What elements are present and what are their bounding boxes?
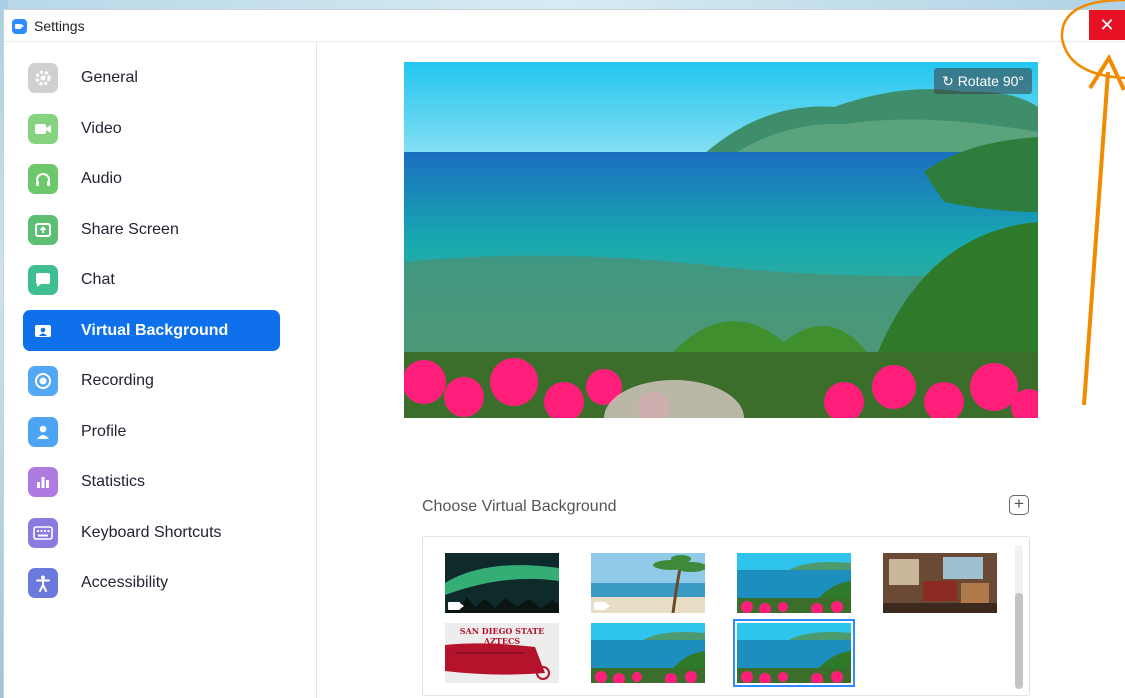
sidebar-item-label: Profile — [81, 422, 127, 440]
tropical-coast-image — [737, 553, 851, 613]
tropical-coast-image — [591, 623, 705, 683]
virtual-background-panel: ↻ Rotate 90° Choose Virtual Background + — [318, 42, 1125, 698]
close-button[interactable]: ✕ — [1089, 10, 1125, 40]
record-icon — [28, 365, 58, 396]
living-room-image — [883, 553, 997, 613]
sidebar-item-label: Recording — [81, 371, 154, 389]
preview-image — [404, 62, 1038, 418]
window-title: Settings — [34, 18, 85, 34]
sidebar-item-keyboard-shortcuts[interactable]: Keyboard Shortcuts — [23, 512, 280, 553]
sidebar-item-statistics[interactable]: Statistics — [23, 461, 280, 502]
keyboard-icon — [28, 517, 58, 548]
thumbnail-tropical-coast-1[interactable] — [737, 553, 851, 613]
background-preview: ↻ Rotate 90° — [404, 62, 1038, 418]
sidebar-item-label: Share Screen — [81, 220, 179, 238]
title-bar: Settings ✕ — [4, 10, 1125, 42]
thumbnail-aurora[interactable] — [445, 553, 559, 613]
thumbnail-living-room[interactable] — [883, 553, 997, 613]
share-screen-icon — [28, 214, 58, 245]
sidebar-item-recording[interactable]: Recording — [23, 360, 280, 401]
settings-window: Settings ✕ General Video Audio Share Scr… — [3, 9, 1125, 698]
sidebar-item-label: Video — [81, 119, 122, 137]
sidebar-item-general[interactable]: General — [23, 57, 280, 98]
accessibility-icon — [28, 567, 58, 598]
rotate-icon: ↻ — [942, 73, 954, 89]
sidebar-item-label: Statistics — [81, 472, 146, 490]
add-background-button[interactable]: + — [1009, 495, 1029, 515]
sidebar-item-label: Accessibility — [81, 573, 169, 591]
bar-chart-icon — [28, 466, 58, 497]
zoom-app-icon — [12, 19, 27, 34]
sidebar-item-label: Keyboard Shortcuts — [81, 523, 222, 541]
person-card-icon — [28, 316, 58, 346]
sidebar-item-accessibility[interactable]: Accessibility — [23, 562, 280, 603]
choose-background-label: Choose Virtual Background — [422, 498, 617, 515]
sidebar-item-label: Audio — [81, 169, 122, 187]
video-camera-icon — [28, 113, 58, 144]
gear-icon — [28, 62, 58, 93]
sidebar-item-label: Chat — [81, 270, 115, 288]
sidebar-item-chat[interactable]: Chat — [23, 259, 280, 300]
thumbnail-beach-palm[interactable] — [591, 553, 705, 613]
settings-sidebar: General Video Audio Share Screen Chat Vi… — [4, 42, 317, 698]
sidebar-item-share-screen[interactable]: Share Screen — [23, 209, 280, 250]
gallery-scrollbar-thumb[interactable] — [1015, 593, 1023, 689]
rotate-label: Rotate 90° — [957, 73, 1024, 89]
sidebar-item-label: General — [81, 68, 138, 86]
video-camera-icon — [594, 602, 610, 610]
thumbnail-sdsu-aztecs[interactable]: SAN DIEGO STATE AZTECS — [445, 623, 559, 683]
sidebar-item-label: Virtual Background — [81, 321, 229, 339]
sdsu-caption: SAN DIEGO STATE AZTECS — [459, 626, 545, 646]
sidebar-item-profile[interactable]: Profile — [23, 411, 280, 452]
video-camera-icon — [448, 602, 464, 610]
background-gallery: SAN DIEGO STATE AZTECS — [422, 536, 1030, 696]
sidebar-item-virtual-background[interactable]: Virtual Background — [23, 310, 280, 351]
thumbnail-tropical-coast-2[interactable] — [591, 623, 705, 683]
rotate-90-button[interactable]: ↻ Rotate 90° — [934, 68, 1032, 94]
chat-bubble-icon — [28, 264, 58, 295]
sidebar-item-audio[interactable]: Audio — [23, 158, 280, 199]
thumbnail-tropical-coast-3[interactable] — [733, 619, 855, 687]
sidebar-item-video[interactable]: Video — [23, 108, 280, 149]
headphones-icon — [28, 163, 58, 194]
tropical-coast-image — [737, 623, 851, 683]
person-icon — [28, 416, 58, 447]
